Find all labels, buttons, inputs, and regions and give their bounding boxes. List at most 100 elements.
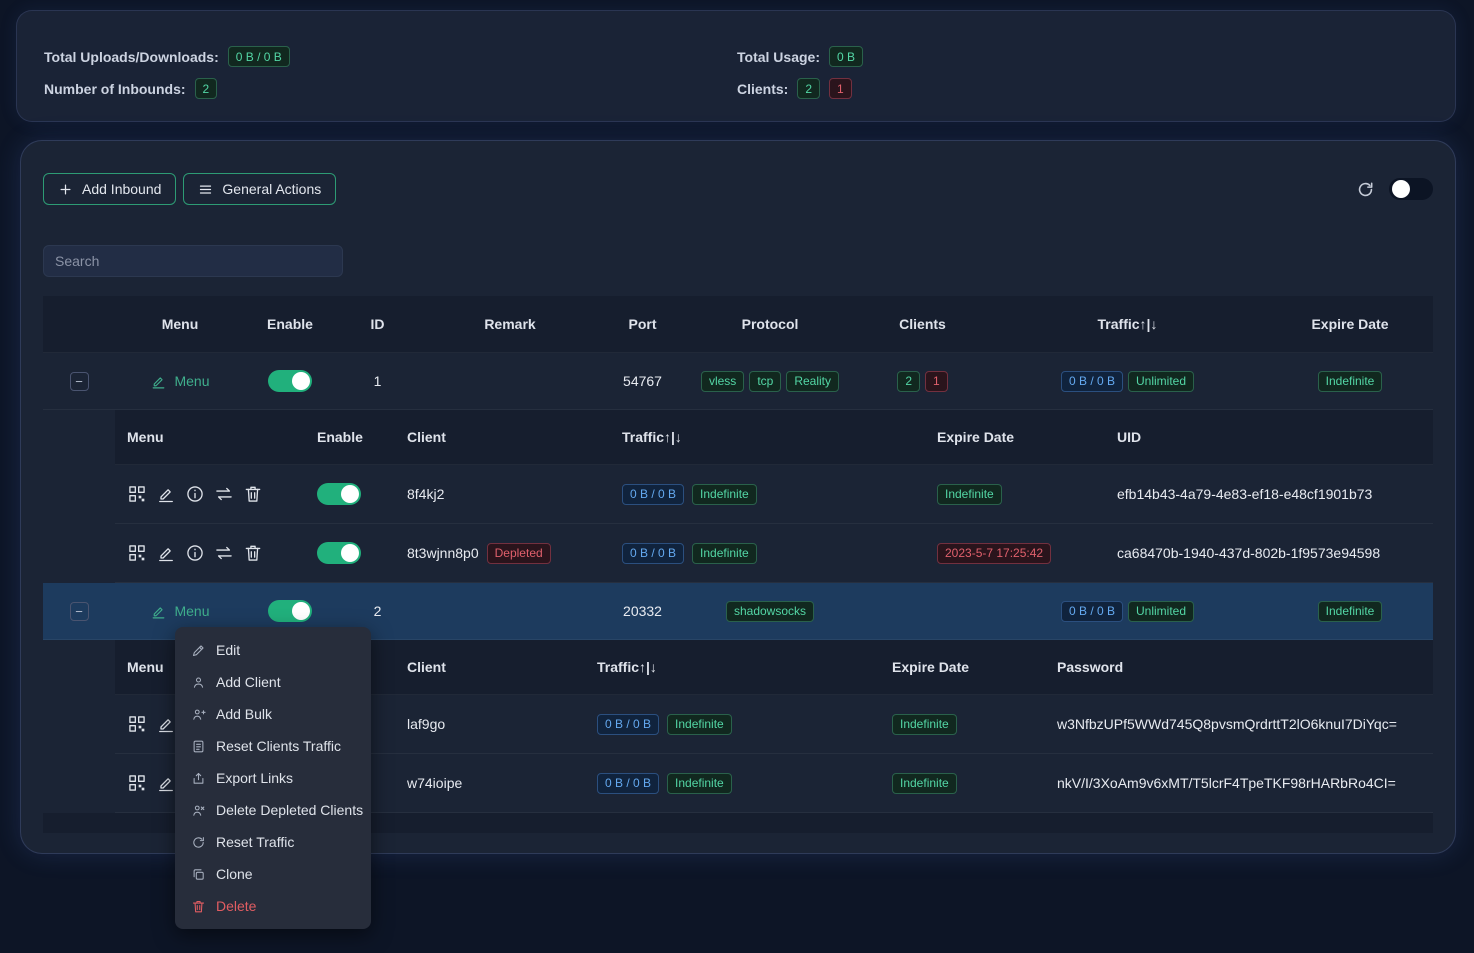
menu-item-label: Delete Depleted Clients <box>216 802 363 818</box>
stat-total-uploads-downloads: Total Uploads/Downloads: 0 B / 0 B <box>44 46 736 67</box>
header-enable: Enable <box>245 316 335 332</box>
header-client: Client <box>395 659 585 675</box>
inbound-1-traffic: 0 B / 0 B Unlimited <box>990 371 1265 392</box>
header-traffic-sort[interactable]: Traffic↑|↓ <box>585 659 880 675</box>
reset-traffic-icon[interactable] <box>214 484 234 504</box>
stat-label: Total Usage: <box>737 49 820 65</box>
protocol-badge: shadowsocks <box>726 601 814 622</box>
client-enable-toggle[interactable] <box>317 483 361 505</box>
menu-bars-icon <box>198 182 213 197</box>
info-icon[interactable] <box>185 543 205 563</box>
menu-item-reset-traffic[interactable]: Reset Traffic <box>175 826 371 858</box>
expire-badge: Indefinite <box>892 773 957 794</box>
menu-link-label: Menu <box>174 603 209 619</box>
auto-refresh-toggle[interactable] <box>1389 178 1433 200</box>
traffic-badge: 0 B / 0 B <box>622 543 684 564</box>
qrcode-icon[interactable] <box>127 714 147 734</box>
menu-item-clone[interactable]: Clone <box>175 858 371 890</box>
client-name: 8f4kj2 <box>407 486 444 502</box>
inbound-2-port: 20332 <box>600 603 685 619</box>
menu-item-add-bulk[interactable]: Add Bulk <box>175 698 371 730</box>
menu-item-add-client[interactable]: Add Client <box>175 666 371 698</box>
refresh-icon[interactable] <box>1356 180 1375 199</box>
client-row: 8t3wjnn8p0 Depleted 0 B / 0 B Indefinite… <box>115 524 1433 583</box>
protocol-badge: vless <box>701 371 744 392</box>
info-icon[interactable] <box>185 484 205 504</box>
inbound-2-protocols: shadowsocks <box>685 601 855 622</box>
menu-item-reset-clients-traffic[interactable]: Reset Clients Traffic <box>175 730 371 762</box>
protocol-badge: tcp <box>749 371 781 392</box>
client-uid: efb14b43-4a79-4e83-ef18-e48cf1901b73 <box>1117 486 1372 502</box>
reset-traffic-icon[interactable] <box>214 543 234 563</box>
menu-link-label: Menu <box>174 373 209 389</box>
search-input[interactable] <box>43 245 343 277</box>
menu-item-label: Delete <box>216 898 256 914</box>
header-port: Port <box>600 316 685 332</box>
general-actions-button[interactable]: General Actions <box>183 173 336 205</box>
menu-item-delete-depleted-clients[interactable]: Delete Depleted Clients <box>175 794 371 826</box>
inbound-2-menu-trigger[interactable]: Menu <box>150 603 209 620</box>
clients-active-badge: 2 <box>897 371 920 392</box>
edit-client-icon[interactable] <box>156 543 176 563</box>
client-name: w74ioipe <box>407 775 462 791</box>
header-traffic-sort[interactable]: Traffic↑|↓ <box>610 429 925 445</box>
edit-icon <box>150 373 167 390</box>
collapse-inbound-1-button[interactable]: − <box>70 372 89 391</box>
reset-traffic-icon <box>191 835 206 850</box>
edit-client-icon[interactable] <box>156 714 176 734</box>
menu-item-export-links[interactable]: Export Links <box>175 762 371 794</box>
stat-label: Total Uploads/Downloads: <box>44 49 219 65</box>
client-traffic: 0 B / 0 B Indefinite <box>610 484 925 505</box>
header-expire-date: Expire Date <box>1265 316 1435 332</box>
menu-item-label: Add Bulk <box>216 706 272 722</box>
stat-label: Number of Inbounds: <box>44 81 186 97</box>
header-expire-date: Expire Date <box>925 429 1105 445</box>
delete-client-icon[interactable] <box>243 543 263 563</box>
inbound-context-menu: Edit Add Client Add Bulk Reset Clients T… <box>175 627 371 929</box>
header-traffic-sort[interactable]: Traffic↑|↓ <box>990 316 1265 332</box>
menu-item-label: Edit <box>216 642 240 658</box>
qrcode-icon[interactable] <box>127 484 147 504</box>
inbound-2-enable-toggle[interactable] <box>268 600 312 622</box>
qrcode-icon[interactable] <box>127 543 147 563</box>
reset-clients-traffic-icon <box>191 739 206 754</box>
total-usage-badge: 0 B <box>829 46 863 67</box>
edit-client-icon[interactable] <box>156 773 176 793</box>
client-enable-toggle[interactable] <box>317 542 361 564</box>
header-remark: Remark <box>420 316 600 332</box>
header-uid: UID <box>1105 429 1435 445</box>
header-client: Client <box>395 429 610 445</box>
edit-client-icon[interactable] <box>156 484 176 504</box>
inbound-1-enable-toggle[interactable] <box>268 370 312 392</box>
depleted-badge: Depleted <box>487 543 551 564</box>
menu-item-edit[interactable]: Edit <box>175 634 371 666</box>
traffic-limit-badge: Unlimited <box>1128 601 1194 622</box>
delete-client-icon[interactable] <box>243 484 263 504</box>
client-uid: ca68470b-1940-437d-802b-1f9573e94598 <box>1117 545 1380 561</box>
qrcode-icon[interactable] <box>127 773 147 793</box>
stat-label: Clients: <box>737 81 788 97</box>
stats-card: Total Uploads/Downloads: 0 B / 0 B Numbe… <box>16 10 1456 122</box>
menu-item-label: Reset Traffic <box>216 834 294 850</box>
header-protocol: Protocol <box>685 316 855 332</box>
clients-active-badge: 2 <box>797 78 820 99</box>
stat-number-of-inbounds: Number of Inbounds: 2 <box>44 78 736 99</box>
collapse-inbound-2-button[interactable]: − <box>70 602 89 621</box>
traffic-limit-badge: Indefinite <box>667 714 732 735</box>
menu-item-delete[interactable]: Delete <box>175 890 371 922</box>
expire-badge: Indefinite <box>1318 601 1383 622</box>
traffic-limit-badge: Indefinite <box>692 543 757 564</box>
delete-depleted-clients-icon <box>191 803 206 818</box>
general-actions-label: General Actions <box>222 181 321 197</box>
inbound-1-menu-trigger[interactable]: Menu <box>150 373 209 390</box>
add-client-icon <box>191 675 206 690</box>
stat-clients: Clients: 2 1 <box>737 78 1455 99</box>
delete-icon <box>191 899 206 914</box>
traffic-limit-badge: Unlimited <box>1128 371 1194 392</box>
table-header-row: Menu Enable ID Remark Port Protocol Clie… <box>43 296 1433 353</box>
add-inbound-button[interactable]: Add Inbound <box>43 173 176 205</box>
menu-item-label: Export Links <box>216 770 293 786</box>
edit-icon <box>150 603 167 620</box>
client-traffic: 0 B / 0 B Indefinite <box>610 543 925 564</box>
clients-depleted-badge: 1 <box>925 371 948 392</box>
